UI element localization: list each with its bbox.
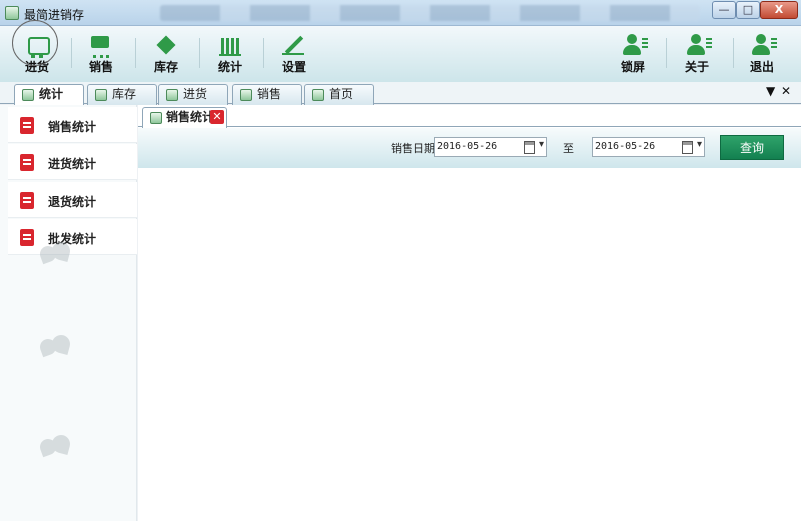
- toolbar-label: 锁屏: [620, 60, 645, 74]
- nav-item-sales-stats[interactable]: 销售统计: [8, 107, 137, 143]
- start-date-value: 2016-05-26: [437, 141, 498, 152]
- app-icon: [5, 6, 19, 20]
- module-tab-strip: 统计 库存 进货 销售 首页 ▼ ✕: [0, 82, 801, 106]
- calendar-dropdown-icon[interactable]: [680, 139, 702, 154]
- nav-item-label: 退货统计: [48, 195, 97, 209]
- app-icon: [312, 89, 324, 101]
- app-icon: [95, 89, 107, 101]
- notebook-icon: [20, 154, 34, 171]
- toolbar-label: 库存: [153, 60, 178, 74]
- end-date-value: 2016-05-26: [595, 141, 656, 152]
- report-tab-strip: 销售统计 ✕: [138, 105, 801, 128]
- toolbar-divider: [263, 38, 264, 68]
- title-bar: 最简进销存 — □ X: [0, 0, 801, 26]
- toolbar-settings-button[interactable]: 设置: [268, 28, 320, 80]
- user-icon: [685, 34, 712, 56]
- tab-label: 库存: [112, 87, 137, 101]
- tab-label: 销售统计: [166, 110, 215, 124]
- toolbar-label: 退出: [749, 60, 774, 74]
- toolbar-divider: [71, 38, 72, 68]
- user-icon: [621, 34, 648, 56]
- app-icon: [22, 89, 34, 101]
- nav-item-label: 进货统计: [48, 157, 97, 171]
- notebook-icon: [20, 192, 34, 209]
- leaf-watermark-icon: [38, 333, 72, 365]
- date-label: 销售日期: [391, 142, 435, 155]
- app-icon: [240, 89, 252, 101]
- tab-inventory[interactable]: 库存: [87, 84, 157, 105]
- app-icon: [150, 112, 162, 124]
- tab-label: 统计: [39, 87, 64, 101]
- pen-icon: [282, 34, 306, 56]
- tab-close-icon[interactable]: ✕: [781, 84, 791, 98]
- nav-item-label: 销售统计: [48, 120, 97, 134]
- nav-item-return-stats[interactable]: 退货统计: [8, 182, 137, 218]
- user-icon: [750, 34, 777, 56]
- close-icon[interactable]: ✕: [210, 110, 224, 124]
- chart-icon: [218, 34, 242, 56]
- content-panel: 销售统计 ✕ 销售日期 2016-05-26 至 2016-05-26 查询: [138, 105, 801, 521]
- tab-label: 进货: [183, 87, 208, 101]
- toolbar-about-button[interactable]: 关于: [671, 28, 723, 80]
- toolbar-lock-button[interactable]: 锁屏: [607, 28, 659, 80]
- left-nav: 销售统计 进货统计 退货统计 批发统计: [0, 105, 137, 521]
- tab-purchase[interactable]: 进货: [158, 84, 228, 105]
- minimize-button[interactable]: —: [712, 1, 736, 19]
- main-toolbar: 进货 销售 库存 统计 设置 锁屏 关于 退出: [0, 26, 801, 82]
- tab-label: 首页: [329, 87, 354, 101]
- toolbar-divider: [199, 38, 200, 68]
- toolbar-stats-button[interactable]: 统计: [204, 28, 256, 80]
- toolbar-divider: [733, 38, 734, 68]
- leaf-watermark-icon: [38, 433, 72, 465]
- close-button[interactable]: X: [760, 1, 798, 19]
- toolbar-label: 关于: [684, 60, 709, 74]
- blurred-taskbar-strip: [160, 5, 700, 21]
- query-button[interactable]: 查询: [720, 135, 784, 160]
- leaf-watermark-icon: [38, 240, 72, 272]
- tab-home[interactable]: 首页: [304, 84, 374, 105]
- end-date-picker[interactable]: 2016-05-26: [592, 137, 705, 157]
- app-icon: [166, 89, 178, 101]
- tab-menu-icon[interactable]: ▼: [766, 84, 775, 98]
- tab-stats[interactable]: 统计: [14, 84, 84, 106]
- notebook-icon: [20, 229, 34, 246]
- filter-bar: 销售日期 2016-05-26 至 2016-05-26 查询: [138, 128, 801, 168]
- tab-label: 销售: [257, 87, 282, 101]
- toolbar-label: 销售: [88, 60, 113, 74]
- toolbar-divider: [666, 38, 667, 68]
- to-label: 至: [563, 142, 574, 155]
- box-icon: [154, 34, 178, 56]
- toolbar-divider: [135, 38, 136, 68]
- tab-sales-stats-report[interactable]: 销售统计 ✕: [142, 107, 227, 128]
- toolbar-sales-button[interactable]: 销售: [75, 28, 127, 80]
- cart-icon: [89, 34, 113, 58]
- toolbar-inventory-button[interactable]: 库存: [140, 28, 192, 80]
- tab-sales[interactable]: 销售: [232, 84, 302, 105]
- notebook-icon: [20, 117, 34, 134]
- start-date-picker[interactable]: 2016-05-26: [434, 137, 547, 157]
- maximize-button[interactable]: □: [736, 1, 760, 19]
- toolbar-label: 统计: [217, 60, 242, 74]
- toolbar-exit-button[interactable]: 退出: [736, 28, 788, 80]
- nav-item-wholesale-stats[interactable]: 批发统计: [8, 219, 137, 255]
- nav-item-purchase-stats[interactable]: 进货统计: [8, 144, 137, 180]
- cursor-highlight-ring: [12, 20, 58, 66]
- toolbar-label: 设置: [281, 60, 306, 74]
- calendar-dropdown-icon[interactable]: [522, 139, 544, 154]
